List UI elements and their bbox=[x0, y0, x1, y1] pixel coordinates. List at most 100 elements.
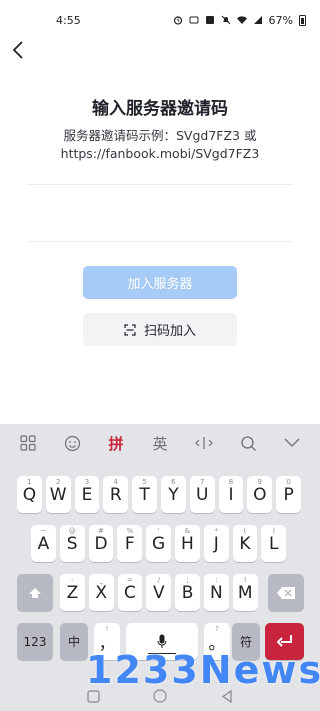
watermark-text: 1233News bbox=[86, 648, 320, 692]
key-hint: 3 bbox=[84, 478, 90, 486]
key-z[interactable]: -Z bbox=[60, 574, 85, 611]
keyboard-toolbar: 拼 英 bbox=[0, 424, 320, 462]
key-label: K bbox=[239, 533, 251, 554]
key-hint: # bbox=[98, 527, 104, 535]
key-n[interactable]: :N bbox=[204, 574, 229, 611]
key-hint: ) bbox=[272, 527, 276, 535]
key-label: D bbox=[94, 533, 108, 554]
key-hint: ; bbox=[186, 576, 189, 584]
battery-percent: 67% bbox=[268, 13, 293, 27]
key-u[interactable]: 7U bbox=[189, 476, 215, 513]
key-d[interactable]: # D bbox=[88, 525, 114, 562]
key-label: X bbox=[95, 582, 108, 603]
keyboard-menu-grid-icon[interactable] bbox=[13, 428, 43, 458]
key-t[interactable]: 5T bbox=[132, 476, 157, 513]
key-hint: ~ bbox=[40, 527, 47, 535]
key-y[interactable]: 6Y bbox=[161, 476, 186, 513]
scan-icon bbox=[124, 323, 136, 336]
key-label: I bbox=[228, 484, 234, 505]
key-label: S bbox=[66, 533, 78, 554]
key-b[interactable]: ; B bbox=[175, 574, 200, 611]
invite-code-field[interactable] bbox=[26, 184, 294, 242]
key-hint: & bbox=[184, 527, 191, 535]
english-mode-tab[interactable]: 英 bbox=[145, 428, 175, 458]
key-label: A bbox=[37, 533, 50, 554]
enter-arrow-icon bbox=[276, 635, 292, 647]
backspace-icon bbox=[277, 586, 295, 599]
key-label: W bbox=[49, 484, 67, 505]
notification-icon bbox=[189, 16, 199, 24]
key-label: T bbox=[139, 484, 150, 505]
emoji-icon[interactable] bbox=[57, 428, 87, 458]
back-button[interactable] bbox=[6, 36, 30, 64]
key-label: U bbox=[195, 484, 209, 505]
example-line-1: 服务器邀请码示例：SVgd7FZ3 或 bbox=[63, 128, 257, 143]
key-label: B bbox=[181, 582, 194, 603]
key-label: H bbox=[181, 533, 194, 554]
key-hint: ' bbox=[157, 527, 160, 535]
chinese-english-switch-key[interactable]: 中 bbox=[60, 623, 88, 660]
key-x[interactable]: _ X bbox=[88, 574, 114, 611]
key-hint: 1 bbox=[27, 478, 32, 486]
key-hint: = bbox=[127, 576, 133, 584]
alarm-icon bbox=[173, 16, 182, 25]
key-c[interactable]: = C bbox=[117, 574, 143, 611]
collapse-keyboard-icon[interactable] bbox=[277, 428, 307, 458]
example-line-2: https://fanbook.mobi/SVgd7FZ3 bbox=[60, 146, 260, 161]
key-label: Q bbox=[22, 484, 37, 505]
key-hint: ! bbox=[243, 576, 247, 584]
key-label: Y bbox=[168, 484, 179, 505]
key-label: P bbox=[283, 484, 294, 505]
key-label: R bbox=[109, 484, 122, 505]
shift-key[interactable] bbox=[17, 574, 53, 611]
key-j[interactable]: * J bbox=[203, 525, 229, 562]
key-p[interactable]: 0P bbox=[276, 476, 301, 513]
invite-code-input[interactable] bbox=[26, 185, 294, 241]
key-r[interactable]: 4R bbox=[103, 476, 129, 513]
period-hint: ? bbox=[215, 625, 219, 633]
key-m[interactable]: ! M bbox=[232, 574, 258, 611]
key-label: V bbox=[152, 582, 165, 603]
key-e[interactable]: 3E bbox=[74, 476, 100, 513]
key-w[interactable]: 2W bbox=[45, 476, 71, 513]
key-hint: 5 bbox=[142, 478, 147, 486]
key-label: O bbox=[253, 484, 267, 505]
key-k[interactable]: (K bbox=[232, 525, 258, 562]
key-label: N bbox=[210, 582, 223, 603]
key-l[interactable]: ) L bbox=[261, 525, 287, 562]
key-hint: / bbox=[157, 576, 160, 584]
key-hint: ( bbox=[243, 527, 247, 535]
cursor-move-icon[interactable] bbox=[189, 428, 219, 458]
key-hint: 4 bbox=[113, 478, 119, 486]
key-o[interactable]: 9O bbox=[247, 476, 273, 513]
pinyin-mode-tab[interactable]: 拼 bbox=[101, 428, 131, 458]
scan-to-join-label: 扫码加入 bbox=[143, 324, 196, 339]
back-arrow-icon bbox=[12, 41, 23, 59]
key-hint: 9 bbox=[257, 478, 263, 486]
key-i[interactable]: 8I bbox=[218, 476, 244, 513]
signal-icon bbox=[253, 16, 262, 24]
key-a[interactable]: ~ A bbox=[31, 525, 56, 562]
key-label: M bbox=[237, 582, 253, 603]
key-g[interactable]: ' G bbox=[146, 525, 171, 562]
key-f[interactable]: % F bbox=[117, 525, 143, 562]
key-label: Z bbox=[66, 582, 79, 603]
numbers-key[interactable]: 123 bbox=[17, 623, 53, 660]
key-label: J bbox=[213, 533, 219, 554]
join-server-button[interactable]: 加入服务器 bbox=[83, 266, 237, 299]
key-h[interactable]: & H bbox=[175, 525, 200, 562]
key-s[interactable]: @ S bbox=[59, 525, 85, 562]
key-hint: : bbox=[215, 576, 218, 584]
key-q[interactable]: 1Q bbox=[17, 476, 42, 513]
comma-hint: ! bbox=[105, 625, 109, 633]
key-hint: 6 bbox=[171, 478, 176, 486]
key-v[interactable]: / V bbox=[146, 574, 172, 611]
status-time: 4:55 bbox=[56, 13, 81, 27]
nfc-icon bbox=[205, 16, 214, 24]
search-icon[interactable] bbox=[233, 428, 263, 458]
key-hint: - bbox=[71, 576, 74, 584]
scan-to-join-button[interactable]: 扫码加入 bbox=[83, 313, 237, 346]
key-hint: 7 bbox=[199, 478, 205, 486]
key-hint: 2 bbox=[55, 478, 61, 486]
backspace-key[interactable] bbox=[268, 574, 304, 611]
